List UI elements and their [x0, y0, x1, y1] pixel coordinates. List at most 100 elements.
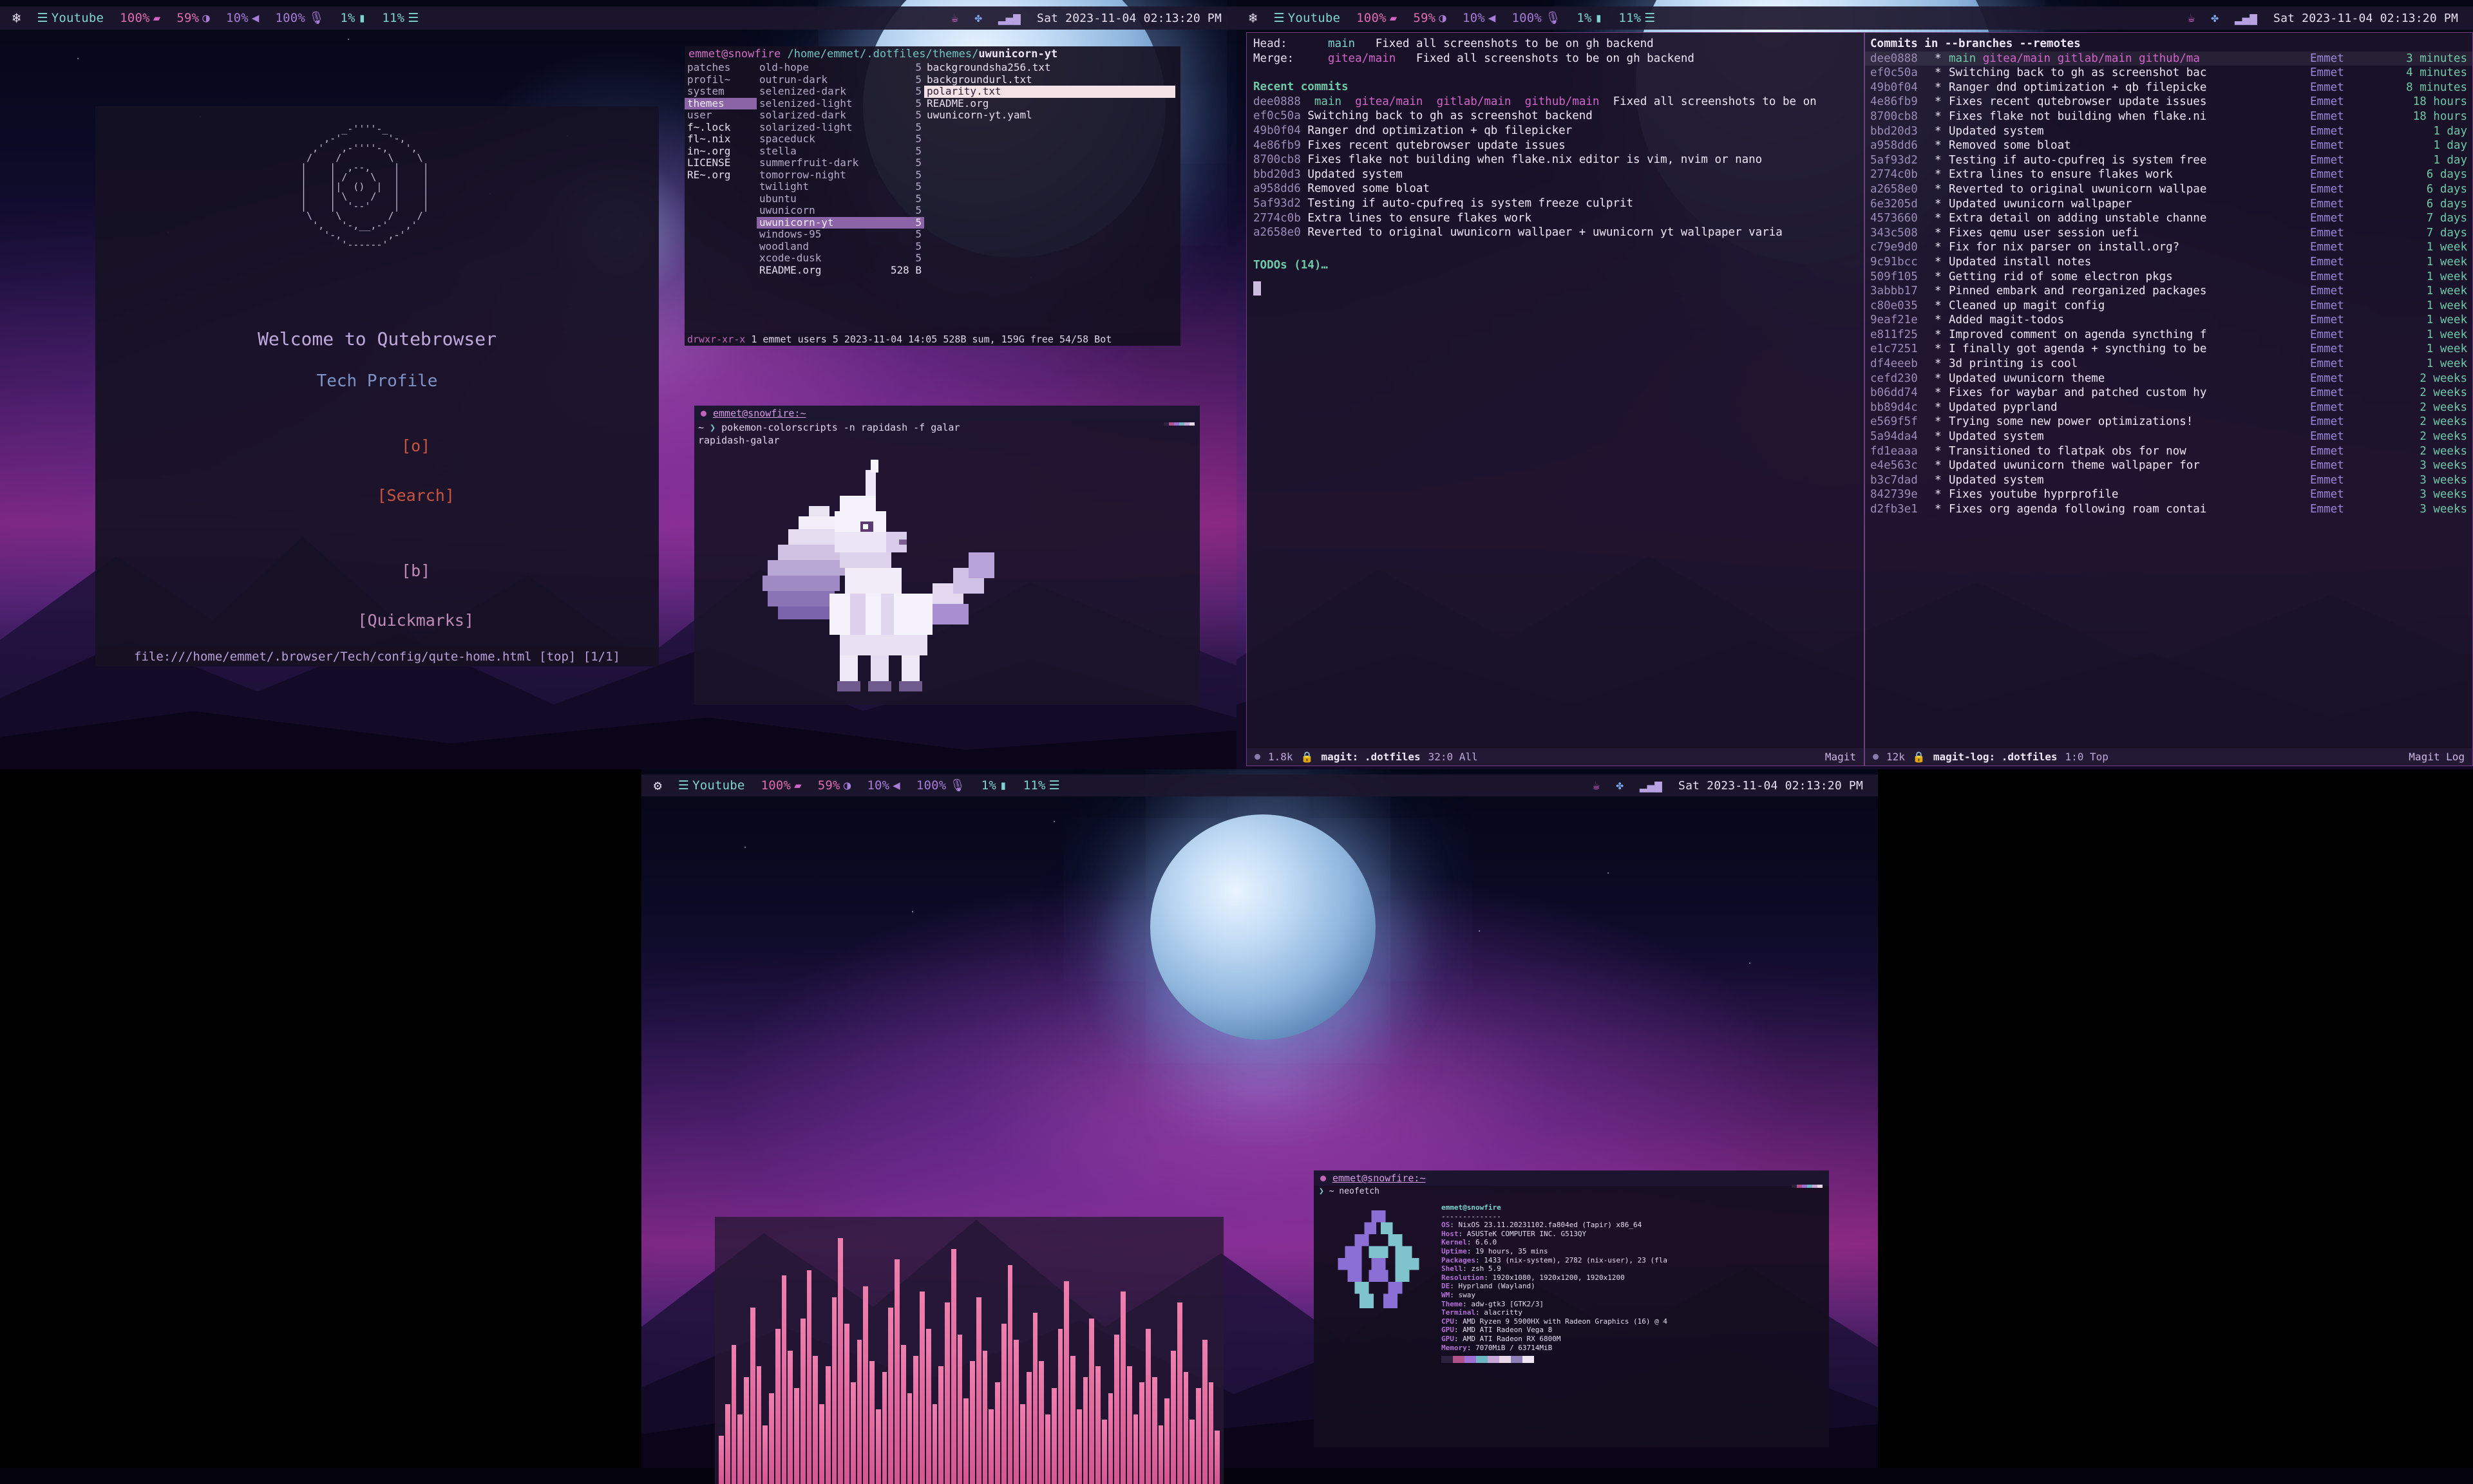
magit-log-row[interactable]: 842739e*Fixes youtube hyprprofileEmmet3 … [1865, 487, 2472, 502]
status-bar-right-monitor[interactable]: ❄ ☰ Youtube 100% ▰ 59% ◑ 10% ◀ 100% 🎙 1%… [1236, 6, 2473, 30]
ranger-item[interactable]: selenized-light5 [757, 98, 924, 110]
ranger-item[interactable]: fl~.nix [685, 133, 757, 146]
brightness-module[interactable]: 100% ▰ [114, 11, 166, 25]
magit-commit-row[interactable]: 8700cb8 Fixes flake not building when fl… [1253, 153, 1857, 167]
bluetooth-icon-bottom[interactable]: ✤ [1610, 778, 1629, 793]
gear-icon-bottom[interactable]: ⚙ [648, 778, 668, 793]
magit-log-row[interactable]: 9c91bcc*Updated install notesEmmet1 week [1865, 255, 2472, 270]
magit-commit-row[interactable]: 4e86fb9 Fixes recent qutebrowser update … [1253, 138, 1857, 153]
coffee-icon-right[interactable]: ☕ [2182, 11, 2201, 25]
brightness-module-bottom[interactable]: 100% ▰ [755, 778, 808, 793]
ranger-item[interactable]: ubuntu5 [757, 193, 924, 205]
pokemon-terminal-window[interactable]: emmet@snowfire:~ ~ ❯ pokemon-colorscript… [694, 406, 1200, 705]
workspace-indicator-right[interactable]: ☰ Youtube [1267, 11, 1346, 25]
ranger-item[interactable]: backgroundurl.txt [924, 74, 1175, 86]
ranger-item[interactable]: patches [685, 62, 757, 74]
ranger-item[interactable]: selenized-dark5 [757, 86, 924, 98]
magit-log-row[interactable]: c80e035*Cleaned up magit configEmmet1 we… [1865, 299, 2472, 314]
volume-module[interactable]: 10% ◀ [220, 11, 265, 25]
memory-module-bottom[interactable]: 11% ☰ [1018, 778, 1066, 793]
ranger-item[interactable]: profil~ [685, 74, 757, 86]
ranger-item[interactable]: solarized-dark5 [757, 109, 924, 122]
ranger-column-preview[interactable]: backgroundsha256.txt backgroundurl.txt p… [924, 62, 1175, 122]
ranger-item[interactable]: stella5 [757, 146, 924, 158]
ranger-item[interactable]: twilight5 [757, 181, 924, 193]
coffee-icon[interactable]: ☕ [945, 11, 965, 25]
ranger-item-selected[interactable]: uwunicorn-yt5 [757, 217, 924, 229]
ranger-item[interactable]: README.org [924, 98, 1175, 110]
bluetooth-icon[interactable]: ✤ [969, 11, 988, 25]
mic-module-right[interactable]: 100% 🎙 [1506, 11, 1567, 25]
ranger-item[interactable]: summerfruit-dark5 [757, 157, 924, 169]
ranger-item[interactable]: old-hope5 [757, 62, 924, 74]
magit-section-recent-commits[interactable]: Recent commits [1253, 80, 1857, 95]
cpu-module-right[interactable]: 1% ▮ [1571, 11, 1608, 25]
magit-commit-row[interactable]: 2774c0b Extra lines to ensure flakes wor… [1253, 211, 1857, 226]
magit-log-row[interactable]: e1c7251*I finally got agenda + syncthing… [1865, 342, 2472, 357]
ranger-item[interactable]: system [685, 86, 757, 98]
memory-module[interactable]: 11% ☰ [376, 11, 424, 25]
magit-log-rows[interactable]: dee0888*main gitea/main gitlab/main gith… [1865, 52, 2472, 517]
magit-log-row[interactable]: 3abbb17*Pinned embark and reorganized pa… [1865, 284, 2472, 299]
ranger-item-selected[interactable]: polarity.txt [924, 86, 1175, 98]
magit-log-row[interactable]: 49b0f04*Ranger dnd optimization + qb fil… [1865, 80, 2472, 95]
ranger-item[interactable]: windows-955 [757, 229, 924, 241]
neofetch-titlebar[interactable]: emmet@snowfire:~ [1314, 1170, 1829, 1186]
magit-log-row[interactable]: 343c508*Fixes qemu user session uefiEmme… [1865, 226, 2472, 241]
launcher-icon[interactable]: ❄ [6, 10, 26, 26]
magit-commit-row[interactable]: 5af93d2 Testing if auto-cpufreq is syste… [1253, 196, 1857, 211]
battery-module-bottom[interactable]: 59% ◑ [812, 778, 857, 793]
magit-log-row[interactable]: 4573660*Extra detail on adding unstable … [1865, 211, 2472, 226]
wifi-icon-right[interactable]: ▂▄▆ [2229, 11, 2263, 25]
magit-log-row[interactable]: d2fb3e1*Fixes org agenda following roam … [1865, 502, 2472, 517]
status-bar-left-monitor[interactable]: ❄ ☰ Youtube 100% ▰ 59% ◑ 10% ◀ 100% 🎙 1%… [0, 6, 1236, 30]
magit-commit-row[interactable]: ef0c50a Switching back to gh as screensh… [1253, 109, 1857, 124]
magit-log-row[interactable]: 509f105*Getting rid of some electron pkg… [1865, 270, 2472, 285]
volume-module-bottom[interactable]: 10% ◀ [861, 778, 906, 793]
magit-log-row[interactable]: 5a94da4*Updated systemEmmet2 weeks [1865, 429, 2472, 444]
qutebrowser-links[interactable]: [o] [Search] [b] [Quickmarks] [S h] [His… [95, 409, 659, 666]
magit-commit-row[interactable]: dee0888 main gitea/main gitlab/main gith… [1253, 95, 1857, 109]
magit-commit-row[interactable]: bbd20d3 Updated system [1253, 167, 1857, 182]
clock-left[interactable]: Sat 2023-11-04 02:13:20 PM [1031, 12, 1227, 25]
qute-link-search[interactable]: [o] [Search] [95, 409, 659, 534]
ranger-item[interactable]: in~.org [685, 146, 757, 158]
ranger-item-selected[interactable]: themes [685, 98, 757, 110]
neofetch-terminal-window[interactable]: emmet@snowfire:~ ❯ ~ neofetch [1314, 1170, 1829, 1447]
ranger-item[interactable]: tomorrow-night5 [757, 169, 924, 182]
ranger-item[interactable]: f~.lock [685, 122, 757, 134]
ranger-item[interactable]: user [685, 109, 757, 122]
qutebrowser-window[interactable]: _-''''-_ ,-' '-, ,' ,-''''-, ', / / \ \ … [95, 106, 659, 666]
memory-module-right[interactable]: 11% ☰ [1613, 11, 1661, 25]
magit-log-row[interactable]: e569f5f*Trying some new power optimizati… [1865, 415, 2472, 429]
magit-commit-row[interactable]: a2658e0 Reverted to original uwunicorn w… [1253, 225, 1857, 240]
bluetooth-icon-right[interactable]: ✤ [2205, 11, 2224, 25]
magit-log-row[interactable]: 5af93d2*Testing if auto-cpufreq is syste… [1865, 153, 2472, 168]
magit-log-row[interactable]: 4e86fb9*Fixes recent qutebrowser update … [1865, 95, 2472, 109]
clock-right[interactable]: Sat 2023-11-04 02:13:20 PM [2268, 12, 2464, 25]
battery-module-right[interactable]: 59% ◑ [1407, 11, 1452, 25]
cpu-module[interactable]: 1% ▮ [334, 11, 372, 25]
magit-head-branch[interactable]: main [1328, 37, 1355, 50]
ranger-column-current[interactable]: old-hope5 outrun-dark5 selenized-dark5 s… [757, 62, 924, 276]
workspace-indicator-bottom[interactable]: ☰ Youtube [672, 778, 751, 793]
magit-log-row[interactable]: 8700cb8*Fixes flake not building when fl… [1865, 109, 2472, 124]
magit-log-row[interactable]: 6e3205d*Updated uwunicorn wallpaperEmmet… [1865, 197, 2472, 212]
ranger-item[interactable]: uwunicorn-yt.yaml [924, 109, 1175, 122]
ranger-item[interactable]: LICENSE [685, 157, 757, 169]
pokemon-terminal-titlebar[interactable]: emmet@snowfire:~ [694, 406, 1200, 421]
magit-log-row[interactable]: fd1eaaa*Transitioned to flatpak obs for … [1865, 444, 2472, 459]
magit-log-row[interactable]: 9eaf21e*Added magit-todosEmmet1 week [1865, 313, 2472, 328]
mic-module-bottom[interactable]: 100% 🎙 [911, 778, 971, 793]
magit-log-row[interactable]: a958dd6*Removed some bloatEmmet1 day [1865, 138, 2472, 153]
ranger-item[interactable]: xcode-dusk5 [757, 252, 924, 265]
ranger-item[interactable]: uwunicorn5 [757, 205, 924, 217]
magit-log-row[interactable]: df4eeeb*3d printing is coolEmmet1 week [1865, 357, 2472, 371]
launcher-icon-right[interactable]: ❄ [1243, 10, 1263, 26]
magit-log-row[interactable]: ef0c50a*Switching back to gh as screensh… [1865, 66, 2472, 80]
mic-module[interactable]: 100% 🎙 [270, 11, 330, 25]
ranger-item[interactable]: backgroundsha256.txt [924, 62, 1175, 74]
ranger-item[interactable]: README.org528 B [757, 265, 924, 277]
magit-log-row[interactable]: dee0888*main gitea/main gitlab/main gith… [1865, 52, 2472, 66]
magit-log-row[interactable]: b3c7dad*Updated systemEmmet3 weeks [1865, 473, 2472, 488]
